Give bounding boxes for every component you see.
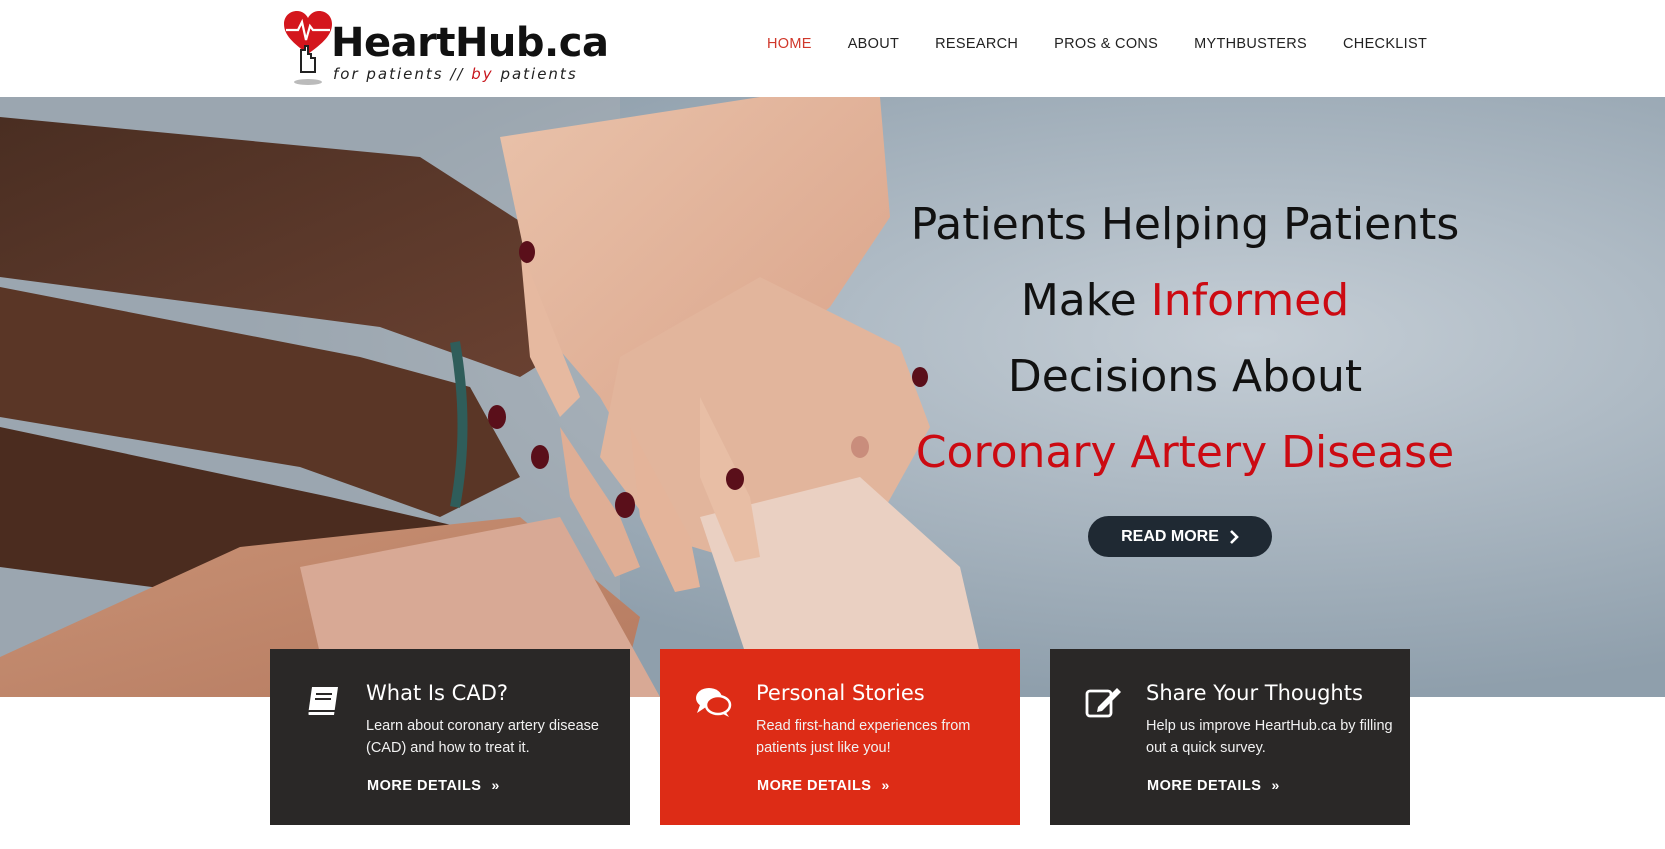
nav-research[interactable]: RESEARCH xyxy=(935,36,1018,52)
hero-line-2-highlight: Informed xyxy=(1150,275,1350,326)
tagline-prefix: for patients // xyxy=(333,65,465,83)
more-details-link[interactable]: MORE DETAILS » xyxy=(367,777,500,794)
read-more-label: READ MORE xyxy=(1121,527,1219,545)
heart-logo-icon xyxy=(284,11,332,85)
logo[interactable]: HeartHub.ca for patients // by patients xyxy=(283,8,609,88)
more-details-link[interactable]: MORE DETAILS » xyxy=(757,777,890,794)
double-chevron-right-icon: » xyxy=(491,777,500,793)
main-nav: HOME ABOUT RESEARCH PROS & CONS MYTHBUST… xyxy=(767,36,1463,52)
more-details-label: MORE DETAILS xyxy=(367,778,482,794)
nav-pros-cons[interactable]: PROS & CONS xyxy=(1054,36,1158,52)
nav-checklist[interactable]: CHECKLIST xyxy=(1343,36,1427,52)
chevron-right-icon xyxy=(1229,529,1239,544)
hero-banner: Patients Helping Patients Make Informed … xyxy=(0,97,1665,697)
feature-title: What Is CAD? xyxy=(366,681,509,705)
feature-description: Read first-hand experiences from patient… xyxy=(756,718,971,756)
brand-name: HeartHub.ca xyxy=(331,20,609,66)
feature-description: Learn about coronary artery disease (CAD… xyxy=(366,718,599,756)
brand-tagline: for patients // by patients xyxy=(333,65,578,83)
feature-card-personal-stories[interactable]: Personal Stories Read first-hand experie… xyxy=(660,649,1020,825)
chat-bubbles-icon xyxy=(696,688,732,717)
hero-headline: Patients Helping Patients Make Informed … xyxy=(860,187,1510,491)
more-details-link[interactable]: MORE DETAILS » xyxy=(1147,777,1280,794)
double-chevron-right-icon: » xyxy=(1271,777,1280,793)
double-chevron-right-icon: » xyxy=(881,777,890,793)
nav-about[interactable]: ABOUT xyxy=(848,36,899,52)
more-details-label: MORE DETAILS xyxy=(1147,778,1262,794)
hero-line-3: Decisions About xyxy=(1007,351,1363,402)
feature-description: Help us improve HeartHub.ca by filling o… xyxy=(1146,718,1393,756)
feature-card-what-is-cad[interactable]: What Is CAD? Learn about coronary artery… xyxy=(270,649,630,825)
read-more-button[interactable]: READ MORE xyxy=(1088,516,1272,557)
hero-line-4: Coronary Artery Disease xyxy=(915,427,1455,478)
edit-icon xyxy=(1085,688,1121,718)
nav-home[interactable]: HOME xyxy=(767,36,812,52)
feature-title: Share Your Thoughts xyxy=(1146,681,1363,705)
tagline-by: by xyxy=(471,65,494,83)
hero-line-2-plain: Make xyxy=(1020,275,1137,326)
hero-line-1: Patients Helping Patients xyxy=(910,199,1460,250)
book-icon xyxy=(306,687,338,716)
nav-mythbusters[interactable]: MYTHBUSTERS xyxy=(1194,36,1307,52)
hero-line-2: Make Informed xyxy=(860,263,1510,339)
tagline-suffix: patients xyxy=(500,65,578,83)
feature-title: Personal Stories xyxy=(756,681,925,705)
feature-card-share-thoughts[interactable]: Share Your Thoughts Help us improve Hear… xyxy=(1050,649,1410,825)
site-header: HeartHub.ca for patients // by patients … xyxy=(0,0,1665,97)
more-details-label: MORE DETAILS xyxy=(757,778,872,794)
